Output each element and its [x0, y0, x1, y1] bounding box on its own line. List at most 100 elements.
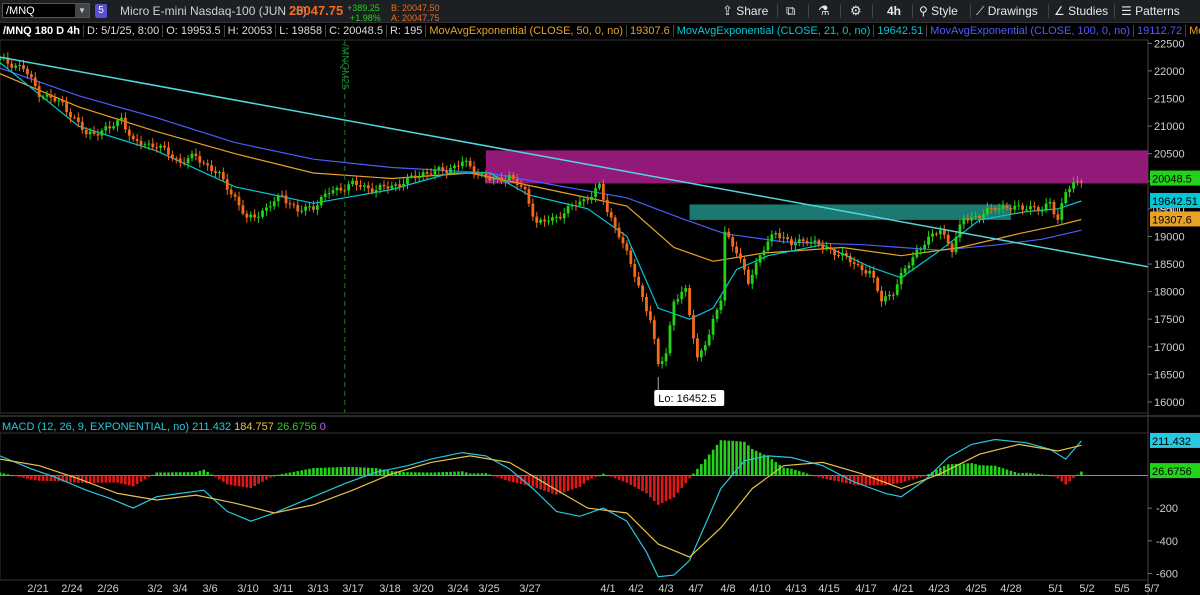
macd-hist-bar — [872, 475, 876, 486]
macd-hist-bar — [774, 461, 778, 476]
y-tick-label: 18500 — [1154, 259, 1185, 271]
macd-hist-bar — [700, 464, 703, 476]
macd-hist-bar — [492, 475, 495, 477]
candle-body — [598, 183, 601, 189]
candle-body — [554, 216, 558, 218]
candle-body — [315, 205, 319, 210]
candle-body — [692, 314, 695, 339]
candle-body — [625, 243, 629, 251]
candle-body — [351, 180, 355, 185]
macd-hist-bar — [782, 467, 785, 476]
candle-body — [672, 301, 676, 326]
macd-avg-line — [0, 443, 1082, 558]
candle-body — [460, 161, 464, 166]
macd-hist-bar — [594, 475, 597, 478]
macd-hist-bar — [809, 474, 813, 476]
macd-hist-bar — [570, 475, 574, 490]
candle-body — [253, 214, 257, 218]
candle-body — [280, 195, 284, 197]
x-tick-label: 3/10 — [237, 583, 258, 595]
candle-body — [163, 145, 166, 148]
candle-body — [249, 214, 253, 218]
candle-body — [425, 172, 429, 174]
candle-body — [409, 175, 413, 178]
macd-hist-bar — [167, 472, 170, 476]
candle-body — [884, 296, 887, 302]
candle-body — [202, 162, 206, 164]
candle-body — [719, 300, 723, 310]
candle-body — [80, 121, 84, 130]
macd-hist-bar — [304, 469, 307, 476]
macd-hist-bar — [923, 475, 926, 477]
candle-body — [1056, 214, 1060, 220]
candle-body — [931, 233, 934, 237]
candle-body — [558, 216, 562, 219]
candle-body — [394, 184, 398, 186]
macd-hist-bar — [790, 468, 793, 476]
candle-body — [366, 185, 370, 189]
candle-body — [53, 97, 57, 102]
macd-hist-bar — [1076, 474, 1079, 476]
macd-hist-bar — [139, 475, 143, 482]
macd-hist-bar — [190, 472, 194, 476]
candle-body — [10, 63, 14, 68]
macd-hist-bar — [476, 473, 480, 476]
x-tick-label: 4/8 — [720, 583, 735, 595]
macd-hist-bar — [982, 465, 985, 476]
macd-hist-bar — [758, 452, 762, 476]
candle-body — [801, 239, 805, 242]
candle-body — [872, 270, 876, 278]
candle-body — [739, 253, 742, 259]
candle-body — [194, 153, 198, 156]
x-tick-label: 3/17 — [342, 583, 363, 595]
candle-body — [993, 208, 997, 210]
macd-hist-bar — [417, 472, 421, 476]
candle-body — [139, 140, 143, 146]
candle-body — [0, 58, 2, 60]
candle-body — [167, 147, 170, 155]
y-tick-label: 18000 — [1154, 287, 1185, 299]
macd-hist-bar — [1040, 474, 1044, 476]
macd-hist-bar — [989, 465, 993, 476]
candle-body — [805, 241, 809, 244]
candle-body — [449, 168, 452, 174]
candle-body — [104, 126, 108, 131]
candle-body — [123, 117, 127, 130]
candle-body — [186, 158, 190, 164]
macd-hist-bar — [421, 472, 425, 476]
macd-pane-frame — [0, 432, 1149, 581]
macd-hist-bar — [915, 475, 919, 479]
candle-body — [378, 184, 382, 190]
macd-hist-bar — [30, 475, 33, 480]
macd-hist-bar — [265, 475, 268, 480]
macd-hist-bar — [633, 475, 637, 488]
x-tick-label: 3/25 — [478, 583, 499, 595]
macd-hist-bar — [198, 470, 202, 476]
candle-body — [151, 143, 155, 148]
y-tick-label: 17000 — [1154, 342, 1185, 354]
candle-body — [84, 129, 88, 135]
macd-hist-bar — [92, 475, 96, 483]
macd-hist-bar — [147, 475, 151, 478]
candle-body — [703, 345, 707, 351]
macd-header: MACD (12, 26, 9, EXPONENTIAL, no) 211.43… — [2, 421, 326, 433]
macd-hist-bar — [480, 473, 484, 476]
candle-body — [1052, 202, 1056, 215]
macd-hist-bar — [175, 472, 178, 476]
macd-hist-bar — [96, 475, 100, 483]
candle-body — [1009, 208, 1013, 210]
macd-hist-bar — [414, 472, 417, 476]
candle-body — [370, 188, 374, 193]
candle-body — [613, 217, 617, 228]
candle-body — [476, 173, 480, 175]
candle-body — [707, 334, 711, 346]
candle-body — [864, 270, 868, 274]
macd-hist-bar — [363, 467, 366, 476]
candle-body — [876, 277, 880, 291]
candle-body — [22, 65, 25, 69]
macd-hist-bar — [797, 471, 801, 476]
price-chart[interactable]: /MNQM25 Lo: 16452.5 MACD (12, 26, 9, EXPO… — [0, 0, 1200, 595]
candle-body — [989, 207, 993, 209]
candle-body — [1079, 181, 1083, 183]
macd-hist-bar — [962, 463, 966, 476]
